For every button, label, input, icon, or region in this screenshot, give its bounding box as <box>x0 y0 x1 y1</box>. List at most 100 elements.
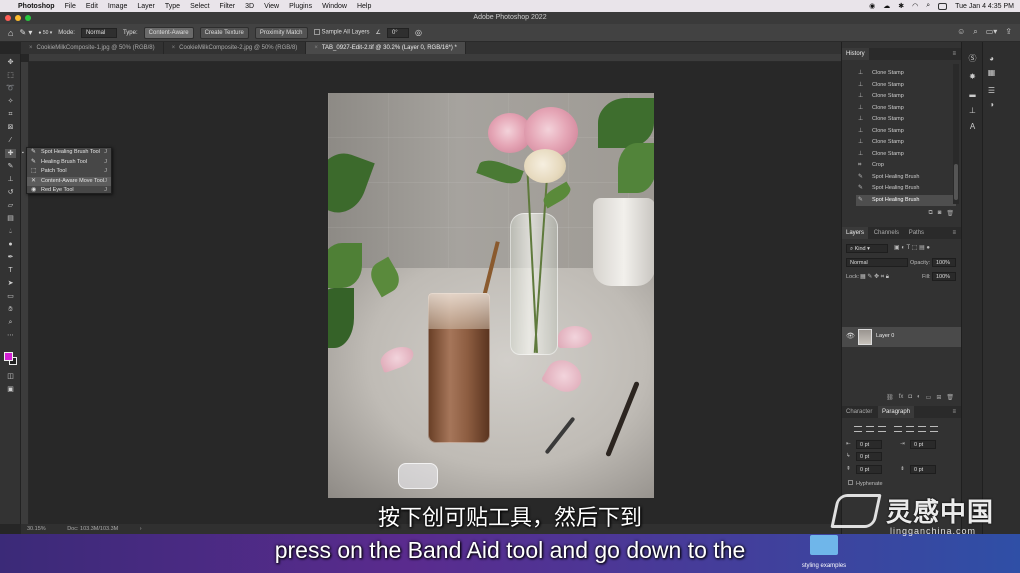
space-after-field[interactable]: 0 pt <box>910 465 936 474</box>
new-doc-from-state-icon[interactable]: ⧉ <box>928 210 932 217</box>
menu-edit[interactable]: Edit <box>86 3 98 10</box>
workspace-icon[interactable]: ▭▾ <box>986 27 998 37</box>
hyphenate-checkbox[interactable]: Hyphenate <box>848 480 883 487</box>
zoom-window-icon[interactable] <box>25 15 31 21</box>
brush-settings-icon[interactable]: ✸ <box>967 72 978 82</box>
shape-tool-icon[interactable]: ▭ <box>5 292 16 301</box>
more-tools-icon[interactable]: ⋯ <box>5 331 16 340</box>
brush-size-picker[interactable]: ● 50 ▾ <box>38 30 52 36</box>
history-item[interactable]: ⊥ Clone Stamp <box>856 68 956 80</box>
first-line-indent-field[interactable]: 0 pt <box>856 452 882 461</box>
menubar-clock[interactable]: Tue Jan 4 4:35 PM <box>955 3 1014 10</box>
menu-help[interactable]: Help <box>357 3 371 10</box>
learn-panel-icon[interactable]: Ⓢ <box>967 54 978 64</box>
swatches-panel-icon[interactable]: ▦ <box>986 68 997 78</box>
bluetooth-icon[interactable]: ✱ <box>898 2 904 10</box>
learn-icon[interactable]: ☺ <box>957 27 965 37</box>
minimize-window-icon[interactable] <box>15 15 21 21</box>
fx-icon[interactable]: fx <box>899 394 904 400</box>
menu-type[interactable]: Type <box>165 3 180 10</box>
justify-all-icon[interactable] <box>930 426 938 432</box>
screen-mode-icon[interactable]: ▣ <box>5 385 16 394</box>
document-image[interactable] <box>328 93 654 498</box>
new-layer-icon[interactable]: ⊞ <box>936 394 941 401</box>
creative-cloud-icon[interactable]: ☁ <box>883 2 890 10</box>
close-tab-icon[interactable]: × <box>172 45 176 51</box>
history-item[interactable]: ⌗ Crop <box>856 160 956 172</box>
lock-icons[interactable]: ▦ ✎ ✥ ⌗ 🔒︎ <box>860 273 889 281</box>
healing-tool-icon[interactable]: ✚ <box>5 149 16 158</box>
new-group-icon[interactable]: ▭ <box>926 394 932 401</box>
crop-tool-icon[interactable]: ⌗ <box>5 110 16 119</box>
fill-field[interactable]: 100% <box>932 272 956 281</box>
flyout-patch-tool[interactable]: ⬚ Patch Tool J <box>27 167 111 177</box>
history-item[interactable]: ✎ Spot Healing Brush <box>856 172 956 184</box>
history-item[interactable]: ✎ Spot Healing Brush <box>856 183 956 195</box>
indent-right-field[interactable]: 0 pt <box>910 440 936 449</box>
justify-left-icon[interactable] <box>894 426 902 432</box>
tab-document-2[interactable]: × CookieMilkComposite-2.jpg @ 50% (RGB/8) <box>164 42 307 54</box>
tab-document-3[interactable]: × TAB_0927-Edit-2.tif @ 30.2% (Layer 0, R… <box>306 42 466 54</box>
tab-character[interactable]: Character <box>842 406 876 418</box>
snapshot-icon[interactable]: ◙ <box>938 210 942 216</box>
menu-view[interactable]: View <box>264 3 279 10</box>
flyout-spot-healing-brush[interactable]: ✎ Spot Healing Brush Tool J <box>27 148 111 158</box>
menu-plugins[interactable]: Plugins <box>289 3 312 10</box>
visibility-eye-icon[interactable]: 👁︎ <box>846 332 855 340</box>
tab-history[interactable]: History <box>842 48 869 60</box>
proximity-match-button[interactable]: Proximity Match <box>254 26 308 39</box>
tool-preset-icon[interactable]: ✎ ▾ <box>19 28 32 37</box>
eyedropper-tool-icon[interactable]: ⁄ <box>5 136 16 145</box>
tab-paths[interactable]: Paths <box>905 227 928 239</box>
link-layers-icon[interactable]: ⛓︎ <box>886 394 894 401</box>
character-panel-icon[interactable]: A <box>967 122 978 132</box>
tab-paragraph[interactable]: Paragraph <box>878 406 915 418</box>
menu-file[interactable]: File <box>65 3 76 10</box>
record-icon[interactable]: ◉ <box>869 2 875 10</box>
history-item[interactable]: ⊥ Clone Stamp <box>856 91 956 103</box>
history-scrollbar[interactable] <box>953 64 959 204</box>
menu-layer[interactable]: Layer <box>137 3 155 10</box>
flyout-content-aware-move[interactable]: ✕ Content-Aware Move Tool J <box>27 176 111 186</box>
layer-filter-icons[interactable]: ▣ ◐ T ⬚ ▤ ● <box>894 244 930 251</box>
sample-all-layers-checkbox[interactable]: Sample All Layers <box>313 29 370 36</box>
path-select-tool-icon[interactable]: ➤ <box>5 279 16 288</box>
history-item[interactable]: ⊥ Clone Stamp <box>856 80 956 92</box>
mode-select[interactable]: Normal <box>80 27 117 38</box>
content-aware-button[interactable]: Content-Aware <box>143 26 194 39</box>
history-item[interactable]: ⊥ Clone Stamp <box>856 149 956 161</box>
menu-3d[interactable]: 3D <box>245 3 254 10</box>
clone-source-icon[interactable]: ⊥ <box>967 106 978 116</box>
properties-panel-icon[interactable]: ◑ <box>986 100 997 110</box>
control-center-icon[interactable] <box>938 2 948 10</box>
flyout-healing-brush[interactable]: ✎ Healing Brush Tool J <box>27 158 111 168</box>
search-ps-icon[interactable]: ⌕ <box>973 27 977 37</box>
blend-mode-select[interactable]: Normal <box>846 258 908 267</box>
add-mask-icon[interactable]: ◘ <box>908 394 912 400</box>
history-item[interactable]: ⊥ Clone Stamp <box>856 114 956 126</box>
create-texture-button[interactable]: Create Texture <box>199 26 249 39</box>
move-tool-icon[interactable]: ✥ <box>5 58 16 67</box>
blur-tool-icon[interactable]: 💧︎ <box>5 227 16 236</box>
tab-document-1[interactable]: × CookieMilkComposite-1.jpg @ 50% (RGB/8) <box>21 42 164 54</box>
indent-left-field[interactable]: 0 pt <box>856 440 882 449</box>
align-center-icon[interactable] <box>866 426 874 432</box>
history-item-current[interactable]: ✎ Spot Healing Brush <box>856 194 956 206</box>
panel-menu-icon[interactable]: ≡ <box>952 227 956 239</box>
marquee-tool-icon[interactable]: ⬚ <box>5 71 16 80</box>
menu-filter[interactable]: Filter <box>220 3 236 10</box>
history-item[interactable]: ⊥ Clone Stamp <box>856 103 956 115</box>
wifi-icon[interactable]: ◠ <box>912 2 918 10</box>
menu-app-name[interactable]: Photoshop <box>18 3 55 10</box>
home-icon[interactable]: ⌂ <box>8 28 13 38</box>
foreground-color-swatch[interactable] <box>4 352 13 361</box>
history-brush-tool-icon[interactable]: ↺ <box>5 188 16 197</box>
type-tool-icon[interactable]: T <box>5 266 16 275</box>
eraser-tool-icon[interactable]: ▱ <box>5 201 16 210</box>
justify-center-icon[interactable] <box>906 426 914 432</box>
close-window-icon[interactable] <box>5 15 11 21</box>
layer-row[interactable]: 👁︎ Layer 0 <box>842 327 962 347</box>
search-icon[interactable]: ⌕ <box>926 2 930 10</box>
history-scroll-thumb[interactable] <box>954 164 958 200</box>
zoom-tool-icon[interactable]: ⌕ <box>5 318 16 327</box>
